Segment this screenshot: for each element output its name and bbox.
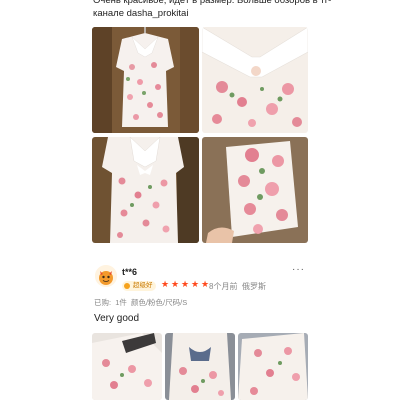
star-icon: ★ (171, 279, 180, 289)
purchase-info: 已购: 1件 颜色/粉色/尺码/S (94, 297, 189, 308)
reviewer-name[interactable]: t**6 (122, 267, 137, 277)
star-icon: ★ (161, 279, 170, 289)
purchase-prefix: 已购: (94, 298, 112, 307)
star-icon: ★ (191, 279, 200, 289)
review-photo[interactable] (92, 137, 199, 243)
reviewer-badge: 超级好 (122, 281, 156, 291)
review-comment: Very good (94, 313, 140, 324)
badge-label: 超级好 (133, 282, 153, 289)
purchase-quantity: 1件 (115, 298, 127, 307)
review-photo[interactable] (202, 137, 308, 243)
avatar[interactable] (95, 265, 117, 287)
purchase-spec: 颜色/粉色/尺码/S (130, 298, 188, 307)
review-photo[interactable] (92, 27, 199, 133)
star-icon: ★ (181, 279, 190, 289)
review-photo[interactable] (165, 333, 235, 400)
review-photo[interactable] (238, 333, 308, 400)
reviewer-region: 俄罗斯 (242, 282, 266, 291)
star-rating: ★ ★ ★ ★ ★ (161, 280, 210, 291)
review-photo-grid (92, 333, 308, 400)
review-photo[interactable] (92, 333, 162, 400)
review-photo-grid (92, 27, 308, 243)
badge-dot-icon (124, 283, 130, 289)
more-options-icon[interactable]: ··· (292, 264, 305, 275)
review-photo[interactable] (202, 27, 308, 133)
reviewer-header: t**6 超级好 ★ ★ ★ ★ ★ 8个月前 俄罗斯 ··· (92, 264, 308, 294)
review-time: 8个月前 (209, 282, 238, 291)
review-text: Очень красивое, идёт в размер. Больше об… (93, 0, 332, 19)
